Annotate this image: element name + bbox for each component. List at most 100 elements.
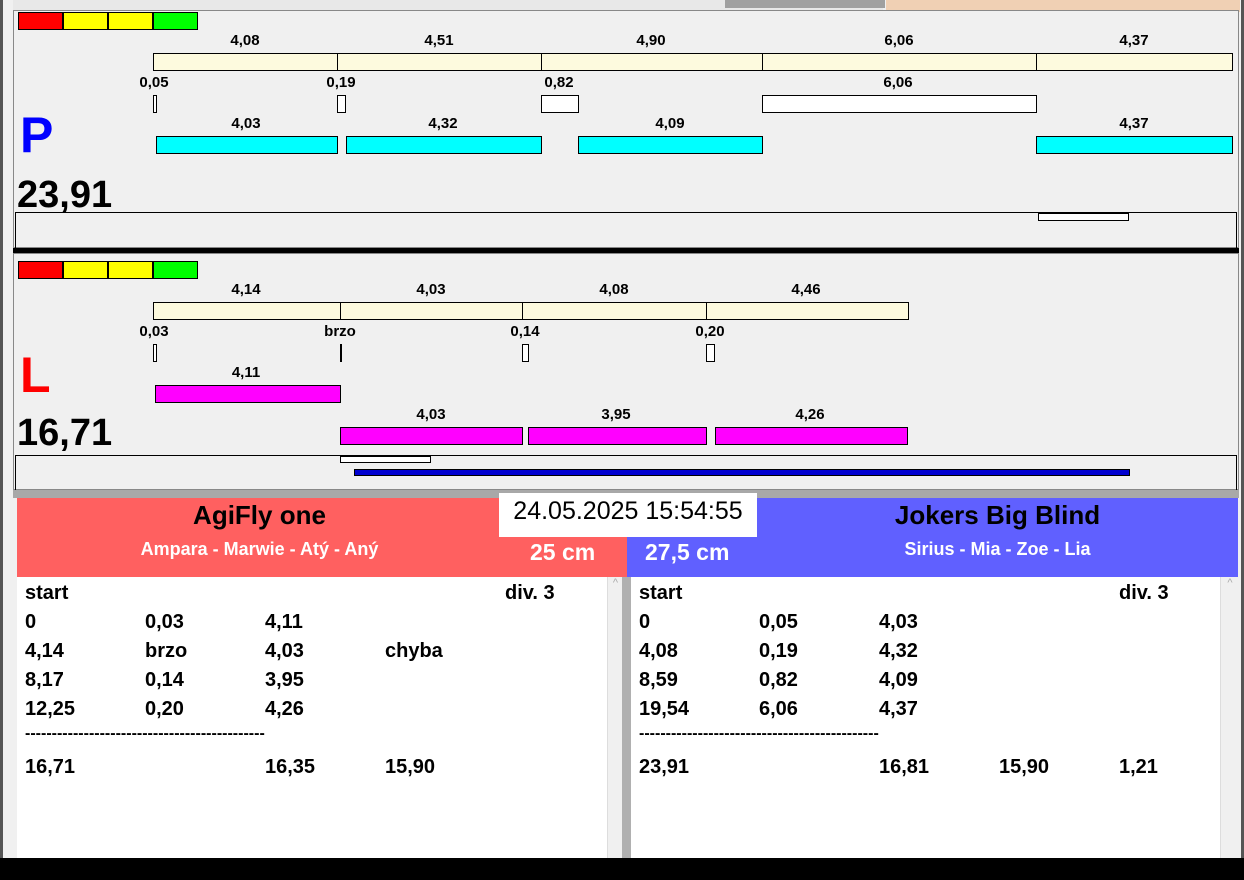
left-scrollbar[interactable]: ^	[607, 577, 623, 858]
cell: brzo	[145, 640, 188, 662]
total-cell: 16,81	[879, 756, 930, 778]
left-results-list[interactable]: start div. 3 0 0,03 4,11 4,14 brzo 4,03 …	[17, 577, 607, 858]
total-cell: 23,91	[639, 756, 690, 778]
l-progress-marker	[340, 456, 431, 463]
dog-time-label: 4,37	[1119, 115, 1149, 132]
dog-bar	[156, 136, 338, 154]
status-green	[153, 261, 198, 279]
run-segment	[153, 302, 341, 320]
reaction-label: 0,14	[510, 323, 540, 340]
division-label: div. 3	[505, 582, 555, 604]
segment-label: 4,08	[599, 281, 629, 298]
cell: 8,59	[639, 669, 678, 691]
reaction-box	[153, 344, 157, 362]
cell: 3,95	[265, 669, 304, 691]
segment-label: 4,14	[231, 281, 261, 298]
bottom-bar	[0, 858, 1244, 880]
cell: 6,06	[759, 698, 798, 720]
right-team-name: Jokers Big Blind	[894, 500, 1101, 530]
cell: 4,03	[879, 611, 918, 633]
lane-letter-l: L	[20, 347, 51, 403]
reaction-label: 0,20	[695, 323, 725, 340]
run-segment	[762, 53, 1037, 71]
l-progress-bar	[354, 469, 1130, 476]
status-green	[153, 12, 198, 30]
lane-letter-p: P	[20, 107, 54, 163]
cell: 0	[639, 611, 651, 633]
status-yellow	[108, 261, 153, 279]
reaction-box	[153, 95, 157, 113]
dog-bar	[578, 136, 763, 154]
run-segment	[340, 302, 523, 320]
reaction-label: 0,82	[544, 74, 574, 91]
cell: 0,14	[145, 669, 184, 691]
dog-time-label: 4,32	[428, 115, 458, 132]
dog-time-label: 3,95	[601, 406, 631, 423]
dog-time-label: 4,26	[795, 406, 825, 423]
reaction-box	[340, 344, 342, 362]
cell: 19,54	[639, 698, 690, 720]
cell: 4,11	[265, 611, 303, 633]
cell: 0,03	[145, 611, 184, 633]
segment-label: 4,03	[416, 281, 446, 298]
reaction-label: brzo	[324, 323, 356, 340]
total-cell: 15,90	[999, 756, 1050, 778]
dog-bar	[155, 385, 341, 403]
total-cell: 16,35	[265, 756, 316, 778]
right-scrollbar[interactable]: ^	[1220, 577, 1239, 858]
run-segment	[541, 53, 763, 71]
status-yellow	[63, 12, 108, 30]
dog-time-label: 4,03	[416, 406, 446, 423]
p-progress-marker	[1038, 213, 1129, 221]
segment-label: 4,46	[791, 281, 821, 298]
reaction-label: 0,03	[139, 323, 169, 340]
reaction-box	[522, 344, 529, 362]
list-divider	[622, 577, 631, 858]
right-results-list[interactable]: start div. 3 0 0,05 4,03 4,08 0,19 4,32 …	[631, 577, 1220, 858]
reaction-box	[337, 95, 346, 113]
dog-bar	[340, 427, 523, 445]
cell: 8,17	[25, 669, 64, 691]
reaction-label: 0,05	[139, 74, 169, 91]
cell: 4,26	[265, 698, 304, 720]
separator: ----------------------------------------…	[25, 725, 265, 742]
segment-label: 4,08	[230, 32, 260, 49]
total-cell: 16,71	[25, 756, 76, 778]
reaction-box	[762, 95, 1037, 113]
run-segment	[337, 53, 542, 71]
start-label: start	[639, 582, 683, 604]
run-segment	[1036, 53, 1233, 71]
datetime-display: 24.05.2025 15:54:55	[499, 493, 757, 537]
cell: 0,05	[759, 611, 798, 633]
cell: 4,08	[639, 640, 678, 662]
dog-time-label: 4,09	[655, 115, 685, 132]
cell: 4,37	[879, 698, 918, 720]
reaction-label: 0,19	[326, 74, 356, 91]
total-cell: 1,21	[1119, 756, 1158, 778]
start-label: start	[25, 582, 69, 604]
dog-bar	[346, 136, 542, 154]
dog-bar	[1036, 136, 1233, 154]
left-jump-height: 25 cm	[530, 539, 596, 565]
run-segment	[153, 53, 338, 71]
fault-cell: chyba	[385, 640, 443, 662]
reaction-box	[541, 95, 579, 113]
run-segment	[522, 302, 707, 320]
status-yellow	[63, 261, 108, 279]
cell: 0,20	[145, 698, 184, 720]
reaction-box	[706, 344, 715, 362]
cell: 12,25	[25, 698, 76, 720]
left-team-name: AgiFly one	[193, 500, 326, 530]
left-team-members: Ampara - Marwie - Atý - Aný	[140, 539, 379, 559]
status-yellow	[108, 12, 153, 30]
cell: 4,03	[265, 640, 304, 662]
cell: 4,14	[25, 640, 64, 662]
cell: 4,09	[879, 669, 918, 691]
total-cell: 15,90	[385, 756, 436, 778]
dog-time-label: 4,03	[231, 115, 261, 132]
cell: 0,19	[759, 640, 798, 662]
status-red	[18, 261, 63, 279]
segment-label: 4,37	[1119, 32, 1149, 49]
dog-bar	[528, 427, 707, 445]
cell: 4,32	[879, 640, 918, 662]
